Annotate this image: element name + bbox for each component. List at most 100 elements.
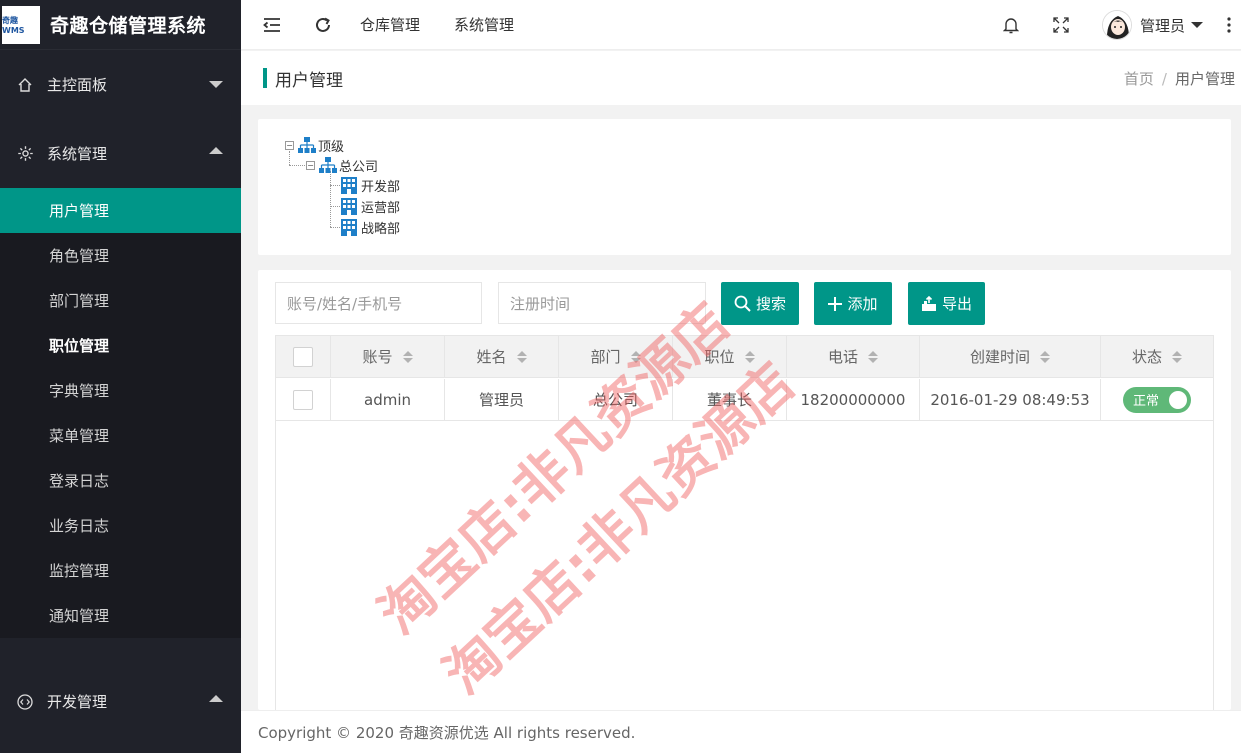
column-header-account[interactable]: 账号 [331, 336, 445, 378]
export-button-label: 导出 [941, 295, 972, 313]
refresh-button[interactable] [303, 0, 343, 50]
tree-node-dept[interactable]: 开发部 [341, 176, 401, 195]
add-button-label: 添加 [847, 295, 878, 313]
search-input[interactable]: 账号/姓名/手机号 [275, 282, 482, 324]
export-button[interactable]: 导出 [908, 282, 985, 325]
column-header-label: 姓名 [476, 348, 507, 366]
sidebar-item-business-log[interactable]: 业务日志 [0, 503, 241, 548]
sidebar-subnav-system: 用户管理 角色管理 部门管理 职位管理 字典管理 菜单管理 登录日志 业务日志 … [0, 188, 241, 638]
sort-icon[interactable] [630, 350, 641, 363]
user-table: 账号 姓名 部门 职位 电话 创建时间 状态 admin 管理员 总公司 董事长… [275, 335, 1214, 710]
user-table-card: 账号/姓名/手机号 注册时间 搜索 添加 导出 账号 姓名 部门 职位 电话 创… [258, 270, 1231, 710]
sidebar-group-label: 主控面板 [47, 76, 108, 94]
sidebar-item-menus[interactable]: 菜单管理 [0, 413, 241, 458]
header-right: 管理员 [986, 0, 1241, 50]
toggle-knob [1169, 390, 1187, 409]
header-checkbox-cell [276, 336, 331, 378]
avatar [1101, 10, 1132, 40]
column-header-label: 电话 [827, 348, 858, 366]
plus-icon [828, 296, 843, 311]
row-checkbox[interactable] [293, 389, 313, 410]
export-icon [921, 295, 937, 312]
cell-dept: 总公司 [559, 379, 673, 420]
sidebar-item-positions[interactable]: 职位管理 [0, 323, 241, 368]
collapse-icon[interactable]: − [306, 160, 315, 170]
column-header-label: 创建时间 [969, 348, 1030, 366]
menu-system[interactable]: 系统管理 [437, 0, 531, 50]
menu-warehouse[interactable]: 仓库管理 [343, 0, 437, 50]
sidebar-item-users[interactable]: 用户管理 [0, 188, 241, 233]
user-menu[interactable]: 管理员 [1086, 0, 1217, 50]
sidebar-item-monitor[interactable]: 监控管理 [0, 548, 241, 593]
tree-line [330, 206, 340, 207]
tree-node-label: 运营部 [361, 200, 401, 216]
register-date-input[interactable]: 注册时间 [498, 282, 706, 324]
cell-name: 管理员 [445, 379, 559, 420]
cell-created: 2016-01-29 08:49:53 [920, 379, 1101, 420]
column-header-label: 职位 [704, 348, 735, 366]
sidebar-item-login-log[interactable]: 登录日志 [0, 458, 241, 503]
column-header-status[interactable]: 状态 [1101, 336, 1213, 378]
sidebar-group-system[interactable]: 系统管理 [0, 119, 241, 188]
sidebar-item-dictionary[interactable]: 字典管理 [0, 368, 241, 413]
add-user-button[interactable]: 添加 [814, 282, 892, 325]
notification-button[interactable] [986, 0, 1036, 50]
column-header-created[interactable]: 创建时间 [920, 336, 1101, 378]
sidebar-item-roles[interactable]: 角色管理 [0, 233, 241, 278]
breadcrumb-home[interactable]: 首页 [1124, 70, 1154, 88]
column-header-name[interactable]: 姓名 [445, 336, 559, 378]
more-button[interactable] [1217, 0, 1241, 50]
sidebar-toggle-button[interactable] [241, 0, 303, 50]
cell-account: admin [331, 379, 445, 420]
title-accent-bar [263, 68, 267, 88]
fullscreen-icon [1053, 17, 1069, 33]
org-chart-icon [319, 157, 337, 173]
select-all-checkbox[interactable] [293, 346, 313, 367]
cell-phone: 18200000000 [787, 379, 920, 420]
column-header-dept[interactable]: 部门 [559, 336, 673, 378]
column-header-label: 部门 [590, 348, 621, 366]
sidebar-group-dev[interactable]: 开发管理 [0, 667, 241, 736]
status-toggle-label: 正常 [1133, 394, 1160, 409]
fullscreen-button[interactable] [1036, 0, 1086, 50]
status-toggle[interactable]: 正常 [1123, 386, 1191, 413]
sort-icon[interactable] [744, 350, 755, 363]
table-header-row: 账号 姓名 部门 职位 电话 创建时间 状态 [276, 336, 1213, 378]
collapse-icon[interactable]: − [285, 140, 294, 150]
search-button-label: 搜索 [755, 295, 786, 313]
sidebar-group-label: 系统管理 [47, 145, 108, 163]
sort-icon[interactable] [868, 350, 878, 363]
sort-icon[interactable] [516, 350, 527, 363]
search-button[interactable]: 搜索 [721, 282, 799, 325]
gear-icon [16, 145, 34, 163]
cell-status: 正常 [1101, 379, 1213, 420]
sidebar-item-notice[interactable]: 通知管理 [0, 593, 241, 638]
department-tree-card: − 顶级 − 总公司 开发部 运营部 战略部 [258, 119, 1231, 255]
caret-up-icon [209, 695, 223, 702]
table-row[interactable]: admin 管理员 总公司 董事长 18200000000 2016-01-29… [276, 379, 1213, 421]
sidebar-group-label: 开发管理 [47, 693, 108, 711]
sidebar-group-dashboard[interactable]: 主控面板 [0, 50, 241, 119]
column-header-phone[interactable]: 电话 [787, 336, 920, 378]
tree-node-dept[interactable]: 战略部 [341, 218, 401, 237]
tree-node-root[interactable]: − 顶级 [285, 136, 344, 155]
row-checkbox-cell [276, 379, 331, 420]
indent-icon [263, 17, 280, 32]
sort-icon[interactable] [1040, 350, 1050, 363]
tree-node-company[interactable]: − 总公司 [306, 156, 378, 175]
tree-node-label: 开发部 [361, 179, 401, 195]
sidebar-item-departments[interactable]: 部门管理 [0, 278, 241, 323]
user-name: 管理员 [1139, 16, 1185, 35]
caret-down-icon [1191, 22, 1203, 28]
caret-down-icon [209, 81, 223, 88]
search-icon [734, 295, 751, 312]
column-header-position[interactable]: 职位 [673, 336, 787, 378]
app-logo[interactable]: 奇趣WMS [2, 5, 40, 44]
sort-icon[interactable] [402, 350, 413, 363]
column-header-label: 状态 [1131, 348, 1162, 366]
tree-node-label: 战略部 [361, 221, 401, 237]
app-title: 奇趣仓储管理系统 [50, 15, 207, 37]
column-header-label: 账号 [362, 348, 393, 366]
sort-icon[interactable] [1172, 350, 1182, 363]
tree-node-dept[interactable]: 运营部 [341, 197, 401, 216]
